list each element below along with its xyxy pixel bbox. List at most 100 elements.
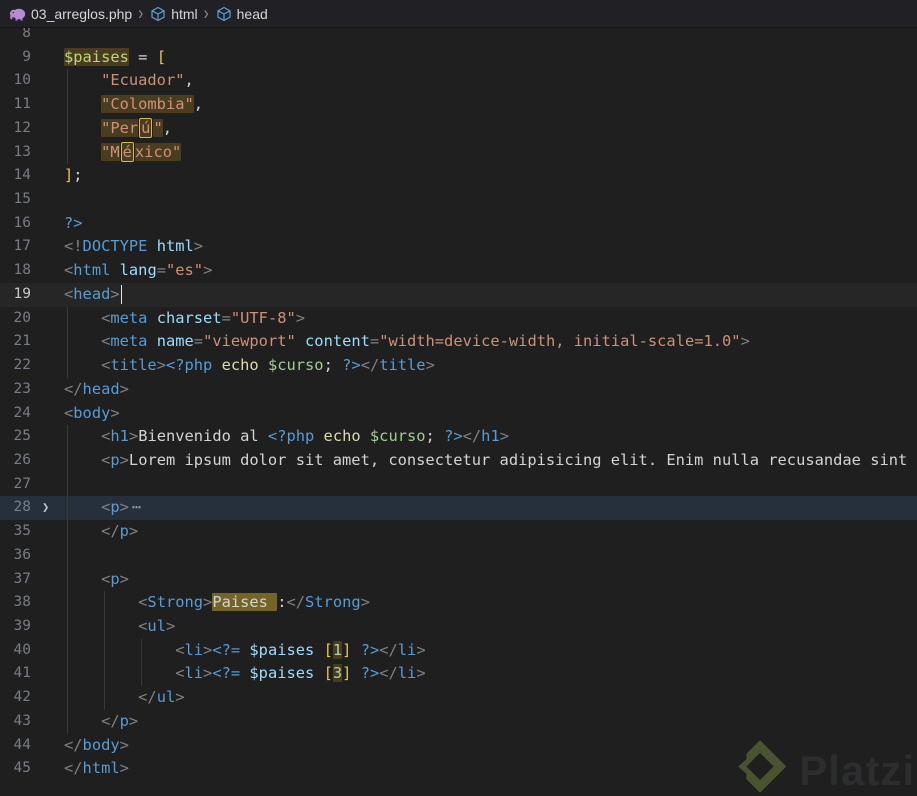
code-token: >	[119, 379, 129, 398]
code-line-19[interactable]: 19 <head>	[0, 283, 917, 307]
code-token: ?>	[360, 664, 380, 683]
code-token: html	[82, 759, 120, 778]
code-line-20[interactable]: 20 <meta charset="UTF-8">	[0, 306, 917, 331]
code-token: p	[110, 498, 120, 517]
code-token: >	[203, 664, 213, 683]
code-line-28[interactable]: 28 ❯ <p> ⋯	[0, 496, 917, 521]
code-line-25[interactable]: 25 <h1>Bienvenido al <?php echo $curso; …	[0, 425, 917, 449]
code-text: <li><?= $paises [1] ?></li>	[64, 639, 426, 663]
code-line-17[interactable]: 17 <!DOCTYPE html>	[0, 235, 917, 259]
code-token: >	[128, 711, 139, 730]
line-number: 35	[13, 523, 31, 540]
code-line-12[interactable]: 12 "Per ú ",	[0, 116, 917, 141]
code-line-43[interactable]: 43 </p>	[0, 709, 917, 734]
code-token: ;	[425, 427, 435, 446]
code-token: "es"	[166, 261, 204, 280]
code-token: </	[101, 522, 120, 541]
code-line-45[interactable]: 45 </html>	[0, 757, 917, 781]
code-line-26[interactable]: 26 <p>Lorem ipsum dolor sit amet, consec…	[0, 448, 917, 473]
code-token: >	[119, 735, 129, 754]
code-token: ?>	[444, 427, 463, 446]
code-token: </	[64, 735, 83, 754]
line-number: 44	[13, 736, 31, 753]
code-token: <	[64, 284, 74, 303]
code-line-11[interactable]: 11 "Colombia",	[0, 93, 917, 117]
code-token: h1	[110, 427, 129, 446]
code-token: >	[203, 593, 213, 612]
code-text: <meta name="viewport" content="width=dev…	[64, 330, 750, 354]
breadcrumb-item-html[interactable]: html	[171, 6, 197, 22]
code-token: DOCTYPE	[82, 237, 148, 256]
code-token: ;	[323, 356, 333, 375]
breadcrumb: 03_arreglos.php › html › head	[0, 0, 917, 28]
code-token: li	[184, 640, 204, 659]
code-text: <html lang="es">	[64, 259, 212, 283]
code-line-44[interactable]: 44 </body>	[0, 734, 917, 758]
code-token: >	[416, 640, 426, 659]
line-number: 37	[13, 570, 31, 587]
code-editor[interactable]: 8 9 $paises = [10 "Ecuador", 11 "Colombia",…	[0, 28, 917, 796]
code-token: <	[101, 427, 111, 446]
code-line-35[interactable]: 35 </p>	[0, 520, 917, 544]
code-token: >	[110, 403, 120, 422]
code-line-22[interactable]: 22 <title><?php echo $curso; ?></title>	[0, 354, 917, 378]
code-token: >	[128, 427, 139, 446]
indent-guide	[67, 472, 68, 497]
code-token: title	[110, 356, 157, 375]
code-line-9[interactable]: 9 $paises = [	[0, 46, 917, 70]
symbol-cube-icon	[216, 6, 232, 22]
code-token: 3	[332, 664, 343, 683]
code-line-41[interactable]: 41 <li><?= $paises [3] ?></li>	[0, 662, 917, 687]
code-token: <	[101, 569, 111, 588]
code-line-14[interactable]: 14];	[0, 164, 917, 188]
code-line-24[interactable]: 24 <body>	[0, 402, 917, 426]
code-text: <h1>Bienvenido al <?php echo $curso; ?><…	[64, 425, 509, 449]
code-token: Paises	[212, 593, 278, 612]
code-line-8[interactable]: 8	[0, 28, 917, 46]
code-line-10[interactable]: 10 "Ecuador",	[0, 69, 917, 94]
code-token: <	[101, 356, 111, 375]
code-line-27[interactable]: 27	[0, 472, 917, 497]
code-token: Strong	[305, 593, 361, 612]
code-line-15[interactable]: 15	[0, 188, 917, 212]
code-line-13[interactable]: 13 "M é xico"	[0, 140, 917, 165]
breadcrumb-item-head[interactable]: head	[237, 6, 268, 22]
code-token: $paises	[249, 640, 315, 659]
code-line-39[interactable]: 39 <ul>	[0, 614, 917, 639]
code-token: =	[369, 332, 380, 351]
fold-chevron-icon[interactable]: ❯	[42, 496, 62, 520]
code-token: <?=	[212, 664, 241, 683]
code-line-16[interactable]: 16 ?>	[0, 212, 917, 236]
breadcrumb-item-file[interactable]: 03_arreglos.php	[31, 6, 132, 22]
code-line-38[interactable]: 38 <Strong>Paises :</Strong>	[0, 591, 917, 615]
code-line-36[interactable]: 36	[0, 543, 917, 568]
code-text: <meta charset="UTF-8">	[64, 307, 305, 331]
code-line-40[interactable]: 40 <li><?= $paises [1] ?></li>	[0, 638, 917, 663]
code-token: $paises	[249, 664, 315, 683]
code-line-23[interactable]: 23 </head>	[0, 378, 917, 402]
code-token: >	[499, 427, 509, 446]
code-token: <!	[64, 237, 83, 256]
line-number: 38	[13, 594, 31, 611]
code-token: name	[156, 332, 194, 351]
breadcrumb-separator-icon: ›	[138, 2, 144, 25]
code-text: $paises = [	[64, 46, 166, 70]
code-line-18[interactable]: 18 <html lang="es">	[0, 259, 917, 283]
code-line-21[interactable]: 21 <meta name="viewport" content="width=…	[0, 330, 917, 355]
code-token: ;	[73, 166, 83, 185]
code-token: ú	[139, 117, 153, 138]
line-number: 21	[13, 333, 31, 350]
code-line-37[interactable]: 37 <p>	[0, 567, 917, 592]
line-number: 22	[13, 357, 31, 374]
code-line-42[interactable]: 42 </ul>	[0, 686, 917, 710]
code-token: >	[119, 569, 129, 588]
